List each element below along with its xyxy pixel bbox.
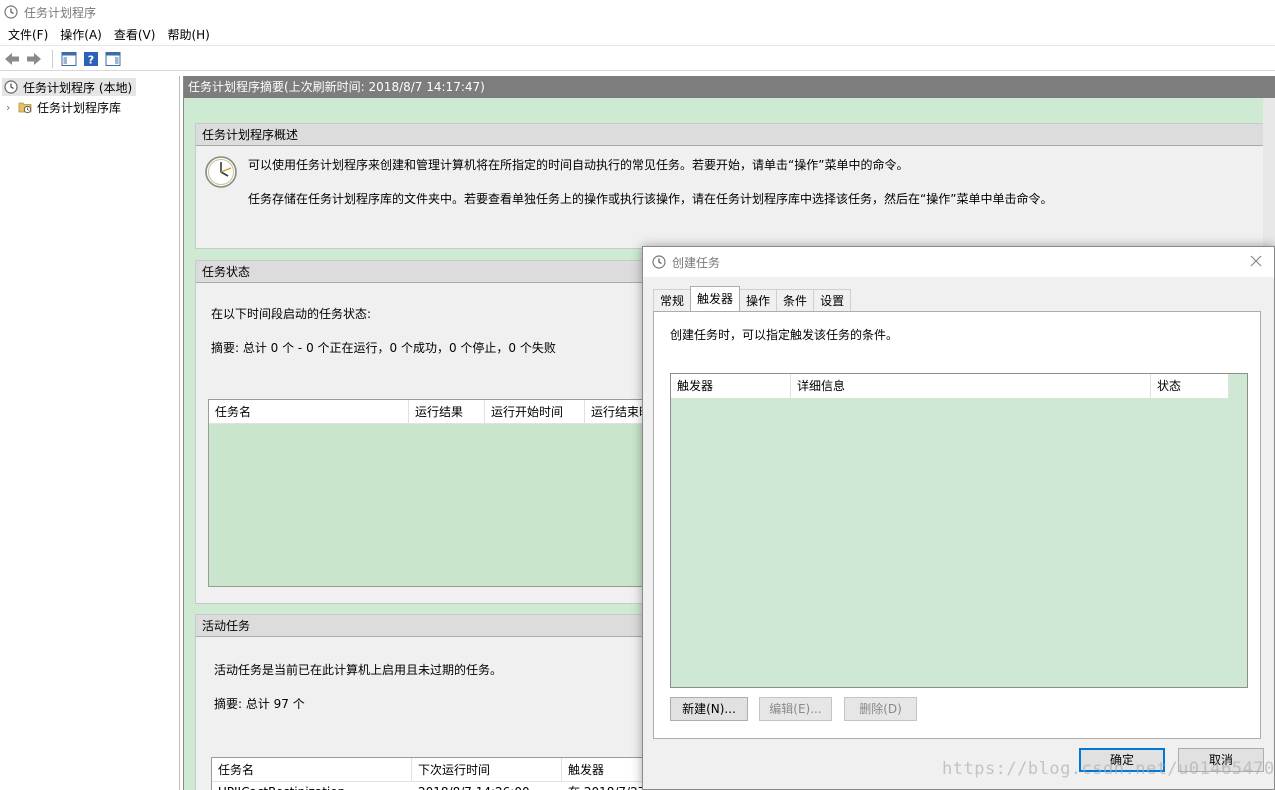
tab-settings[interactable]: 设置 [813, 289, 852, 311]
column-trigger[interactable]: 触发器 [671, 374, 791, 398]
forward-button[interactable] [24, 49, 44, 69]
tab-conditions[interactable]: 条件 [776, 289, 815, 311]
triggers-tab-panel: 创建任务时，可以指定触发该任务的条件。 触发器 详细信息 状态 新建(N)...… [653, 311, 1261, 739]
tree-item-label: 任务计划程序库 [37, 100, 122, 115]
table-header: 触发器 详细信息 状态 [671, 374, 1229, 398]
task-status-summary: 摘要: 总计 0 个 - 0 个正在运行，0 个成功，0 个停止，0 个失败 [211, 341, 556, 355]
menu-action[interactable]: 操作(A) [54, 25, 108, 45]
column-task-name[interactable]: 任务名 [209, 400, 409, 423]
console-tree-icon [61, 51, 77, 66]
back-button[interactable] [2, 49, 22, 69]
tree-item-label: 任务计划程序 (本地) [23, 80, 133, 95]
show-console-tree-button[interactable] [59, 49, 79, 69]
title-bar: 任务计划程序 [0, 0, 1275, 24]
menu-bar: 文件(F) 操作(A) 查看(V) 帮助(H) [0, 24, 1275, 46]
folder-clock-icon [18, 102, 32, 114]
dialog-tabs: 常规 触发器 操作 条件 设置 [653, 286, 852, 311]
overview-title[interactable]: 任务计划程序概述 [196, 124, 1264, 146]
dialog-title-bar[interactable]: 创建任务 [643, 247, 1274, 277]
svg-text:?: ? [88, 53, 94, 66]
active-tasks-desc: 活动任务是当前已在此计算机上启用且未过期的任务。 [214, 663, 503, 677]
cell-next-run: 2018/8/7 14:26:00 [412, 782, 562, 790]
forward-arrow-icon [27, 52, 41, 65]
tree-item-task-library[interactable]: › 任务计划程序库 [6, 98, 121, 116]
console-tree: 任务计划程序 (本地) › 任务计划程序库 [0, 76, 180, 790]
scheduler-clock-icon [205, 156, 237, 188]
dialog-title: 创建任务 [672, 255, 721, 270]
clock-icon [4, 80, 18, 94]
edit-trigger-button[interactable]: 编辑(E)... [759, 697, 832, 721]
tab-general[interactable]: 常规 [653, 289, 692, 311]
close-button[interactable] [1248, 254, 1264, 270]
cell-task-name: UPIJCactRestinization [212, 782, 412, 790]
task-status-label: 在以下时间段启动的任务状态: [211, 307, 372, 321]
delete-trigger-button[interactable]: 删除(D) [844, 697, 917, 721]
column-task-name[interactable]: 任务名 [212, 758, 412, 781]
column-run-start[interactable]: 运行开始时间 [485, 400, 585, 423]
close-icon [1250, 255, 1262, 267]
clock-icon [4, 5, 18, 19]
chevron-right-icon[interactable]: › [6, 101, 18, 114]
create-task-dialog: 创建任务 常规 触发器 操作 条件 设置 创建任务时，可以指定触发该任务的条件。… [642, 246, 1275, 790]
window-title: 任务计划程序 [24, 5, 97, 20]
overview-text-2: 任务存储在任务计划程序库的文件夹中。若要查看单独任务上的操作或执行该操作，请在任… [248, 192, 1053, 206]
back-arrow-icon [5, 52, 19, 65]
summary-header: 任务计划程序摘要(上次刷新时间: 2018/8/7 14:17:47) [184, 76, 1275, 98]
triggers-list[interactable]: 触发器 详细信息 状态 [670, 373, 1248, 688]
toolbar: ? [0, 47, 1275, 71]
tab-triggers[interactable]: 触发器 [690, 286, 741, 311]
help-button[interactable]: ? [81, 49, 101, 69]
help-icon: ? [84, 51, 98, 66]
overview-section: 任务计划程序概述 可以使用任务计划程序来创建和管理计算机将在所指定的时间自动执行… [195, 123, 1265, 249]
column-run-result[interactable]: 运行结果 [409, 400, 485, 423]
menu-view[interactable]: 查看(V) [108, 25, 162, 45]
action-pane-icon [105, 51, 121, 66]
new-trigger-button[interactable]: 新建(N)... [670, 697, 748, 721]
tree-item-scheduler-local[interactable]: 任务计划程序 (本地) [2, 78, 136, 96]
column-status[interactable]: 状态 [1151, 374, 1229, 398]
toolbar-separator [52, 49, 53, 68]
active-tasks-summary: 摘要: 总计 97 个 [214, 697, 305, 711]
column-next-run[interactable]: 下次运行时间 [412, 758, 562, 781]
tab-actions[interactable]: 操作 [739, 289, 778, 311]
overview-text-1: 可以使用任务计划程序来创建和管理计算机将在所指定的时间自动执行的常见任务。若要开… [248, 158, 909, 172]
watermark: https://blog.csdn.net/u014654707 [942, 759, 1275, 779]
clock-icon [652, 255, 666, 269]
menu-help[interactable]: 帮助(H) [161, 25, 215, 45]
show-action-pane-button[interactable] [103, 49, 123, 69]
column-details[interactable]: 详细信息 [791, 374, 1151, 398]
menu-file[interactable]: 文件(F) [2, 25, 54, 45]
triggers-description: 创建任务时，可以指定触发该任务的条件。 [670, 328, 899, 342]
